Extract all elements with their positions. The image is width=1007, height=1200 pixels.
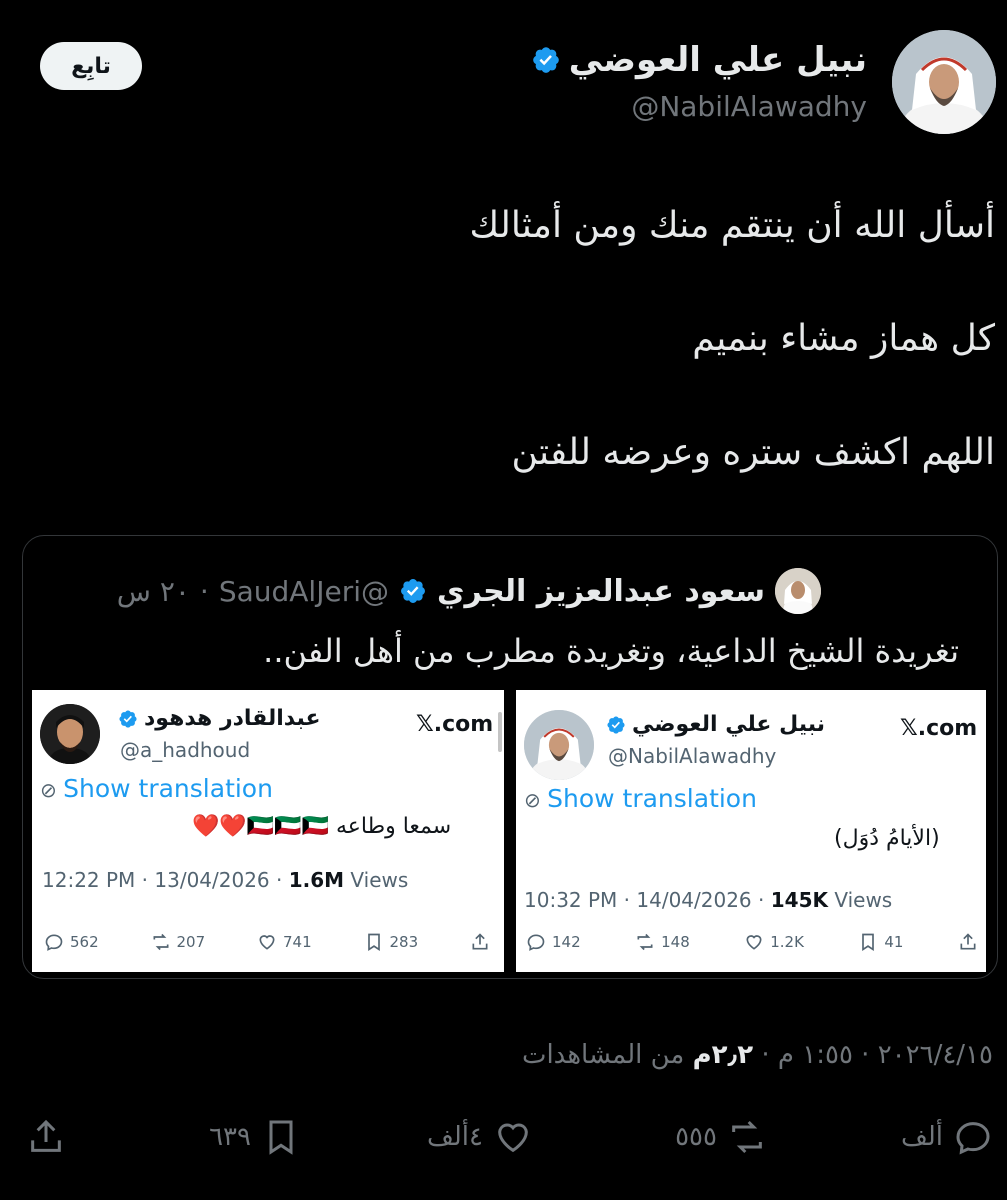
- quoted-author-avatar: [775, 568, 821, 614]
- reply-count: ألف: [900, 1122, 943, 1152]
- reply-icon: [527, 934, 545, 951]
- hadhoud-tweet-body: سمعا وطاعه 🇰🇼🇰🇼🇰🇼❤️❤️: [192, 814, 452, 839]
- xcom-label: 𝕏.com: [416, 712, 494, 737]
- quoted-author-handle: @SaudAlJeri: [218, 574, 389, 608]
- bookmark-icon: [367, 933, 380, 952]
- embedded-screenshot-hadhoud: عبدالقادر هدهود @a_hadhoud 𝕏.com ⊘ Show …: [32, 690, 504, 972]
- reply-stat: 562: [44, 932, 99, 952]
- tweet-text-line-2: كل هماز مشاء بنميم: [692, 318, 995, 359]
- repost-count: ٥٥٥: [675, 1122, 717, 1152]
- follow-button[interactable]: تابِع: [40, 42, 142, 90]
- quoted-author-name: سعود عبدالعزيز الجري: [437, 573, 765, 609]
- like-stat: 1.2K: [744, 932, 804, 952]
- verified-badge-icon: [401, 579, 425, 603]
- tweet-date-time: ٢٠٢٦/٤/١٥ · ١:٥٥ م ·: [753, 1040, 993, 1070]
- reply-icon: [45, 934, 63, 951]
- alawadhy-handle: @NabilAlawadhy: [608, 744, 777, 768]
- embedded-screenshot-alawadhy: نبيل علي العوضي @NabilAlawadhy 𝕏.com ⊘ S…: [516, 690, 986, 972]
- quoted-tweet-time: ٢٠ س: [116, 574, 190, 608]
- repost-stat: 148: [635, 932, 690, 952]
- quoted-tweet-header: سعود عبدالعزيز الجري @SaudAlJeri · ٢٠ س: [117, 568, 821, 614]
- scrollbar: [498, 712, 502, 752]
- hadhoud-actions: 562 207 741 283: [44, 932, 490, 952]
- show-translation-link: ⊘ Show translation: [524, 784, 757, 813]
- separator-dot: ·: [199, 574, 209, 608]
- share-icon: [472, 933, 488, 950]
- bookmark-stat: 41: [858, 932, 903, 952]
- tweet-text-line-1: أسأل الله أن ينتقم منك ومن أمثالك: [469, 205, 995, 246]
- views-label: من المشاهدات: [521, 1040, 693, 1070]
- repost-stat: 207: [151, 932, 205, 952]
- xcom-label: 𝕏.com: [900, 716, 978, 741]
- reply-icon: [956, 1122, 990, 1155]
- hadhoud-handle: @a_hadhoud: [120, 738, 251, 762]
- tweet-text-line-3: اللهم اكشف ستره وعرضه للفتن: [511, 432, 995, 473]
- quoted-tweet-text: تغريدة الشيخ الداعية، وتغريدة مطرب من أه…: [263, 632, 959, 670]
- like-count: ٤ألف: [426, 1122, 483, 1152]
- heart-icon: [259, 935, 275, 950]
- hadhoud-tweet-meta: 12:22 PM · 13/04/2026 · 1.6M Views: [42, 868, 409, 892]
- author-avatar[interactable]: [892, 30, 996, 134]
- like-stat: 741: [257, 932, 312, 952]
- author-handle[interactable]: @NabilAlawadhy: [631, 90, 867, 123]
- share-button[interactable]: [26, 1117, 66, 1157]
- bookmark-icon: [269, 1120, 293, 1155]
- alawadhy-name: نبيل علي العوضي: [632, 712, 825, 737]
- hadhoud-name: عبدالقادر هدهود: [144, 706, 321, 731]
- verified-badge-icon: [607, 715, 625, 734]
- bookmark-icon: [862, 933, 875, 952]
- repost-icon: [637, 933, 653, 951]
- alawadhy-actions: 142 148 1.2K 41: [526, 932, 978, 952]
- like-button[interactable]: ٤ألف: [427, 1117, 533, 1157]
- bookmark-button[interactable]: ٦٣٩: [209, 1117, 301, 1157]
- views-count[interactable]: ٢٫٢م: [693, 1040, 754, 1070]
- tweet-timestamp-views: ٢٠٢٦/٤/١٥ · ١:٥٥ م · ٢٫٢م من المشاهدات: [522, 1040, 993, 1070]
- heart-icon: [746, 935, 762, 950]
- verified-badge-icon: [119, 709, 137, 728]
- heart-icon: [498, 1123, 528, 1153]
- verified-badge-icon: [532, 47, 559, 73]
- bookmark-count: ٦٣٩: [209, 1122, 251, 1152]
- bookmark-stat: 283: [364, 932, 418, 952]
- show-translation-link: ⊘ Show translation: [40, 774, 273, 803]
- author-name-row: نبيل علي العوضي: [531, 40, 867, 80]
- repost-icon: [153, 933, 168, 951]
- alawadhy-tweet-meta: 10:32 PM · 14/04/2026 · 145K Views: [524, 888, 893, 912]
- alawadhy-tweet-body: (الأيامُ دُوَل): [834, 826, 940, 851]
- reply-stat: 142: [526, 932, 581, 952]
- repost-button[interactable]: ٥٥٥: [675, 1117, 767, 1157]
- hadhoud-avatar: [40, 704, 100, 764]
- author-name[interactable]: نبيل علي العوضي: [569, 40, 867, 80]
- alawadhy-avatar: [524, 710, 594, 780]
- share-icon: [31, 1119, 61, 1152]
- share-icon: [960, 933, 976, 950]
- reply-button[interactable]: ألف: [901, 1117, 993, 1157]
- repost-icon: [732, 1120, 762, 1154]
